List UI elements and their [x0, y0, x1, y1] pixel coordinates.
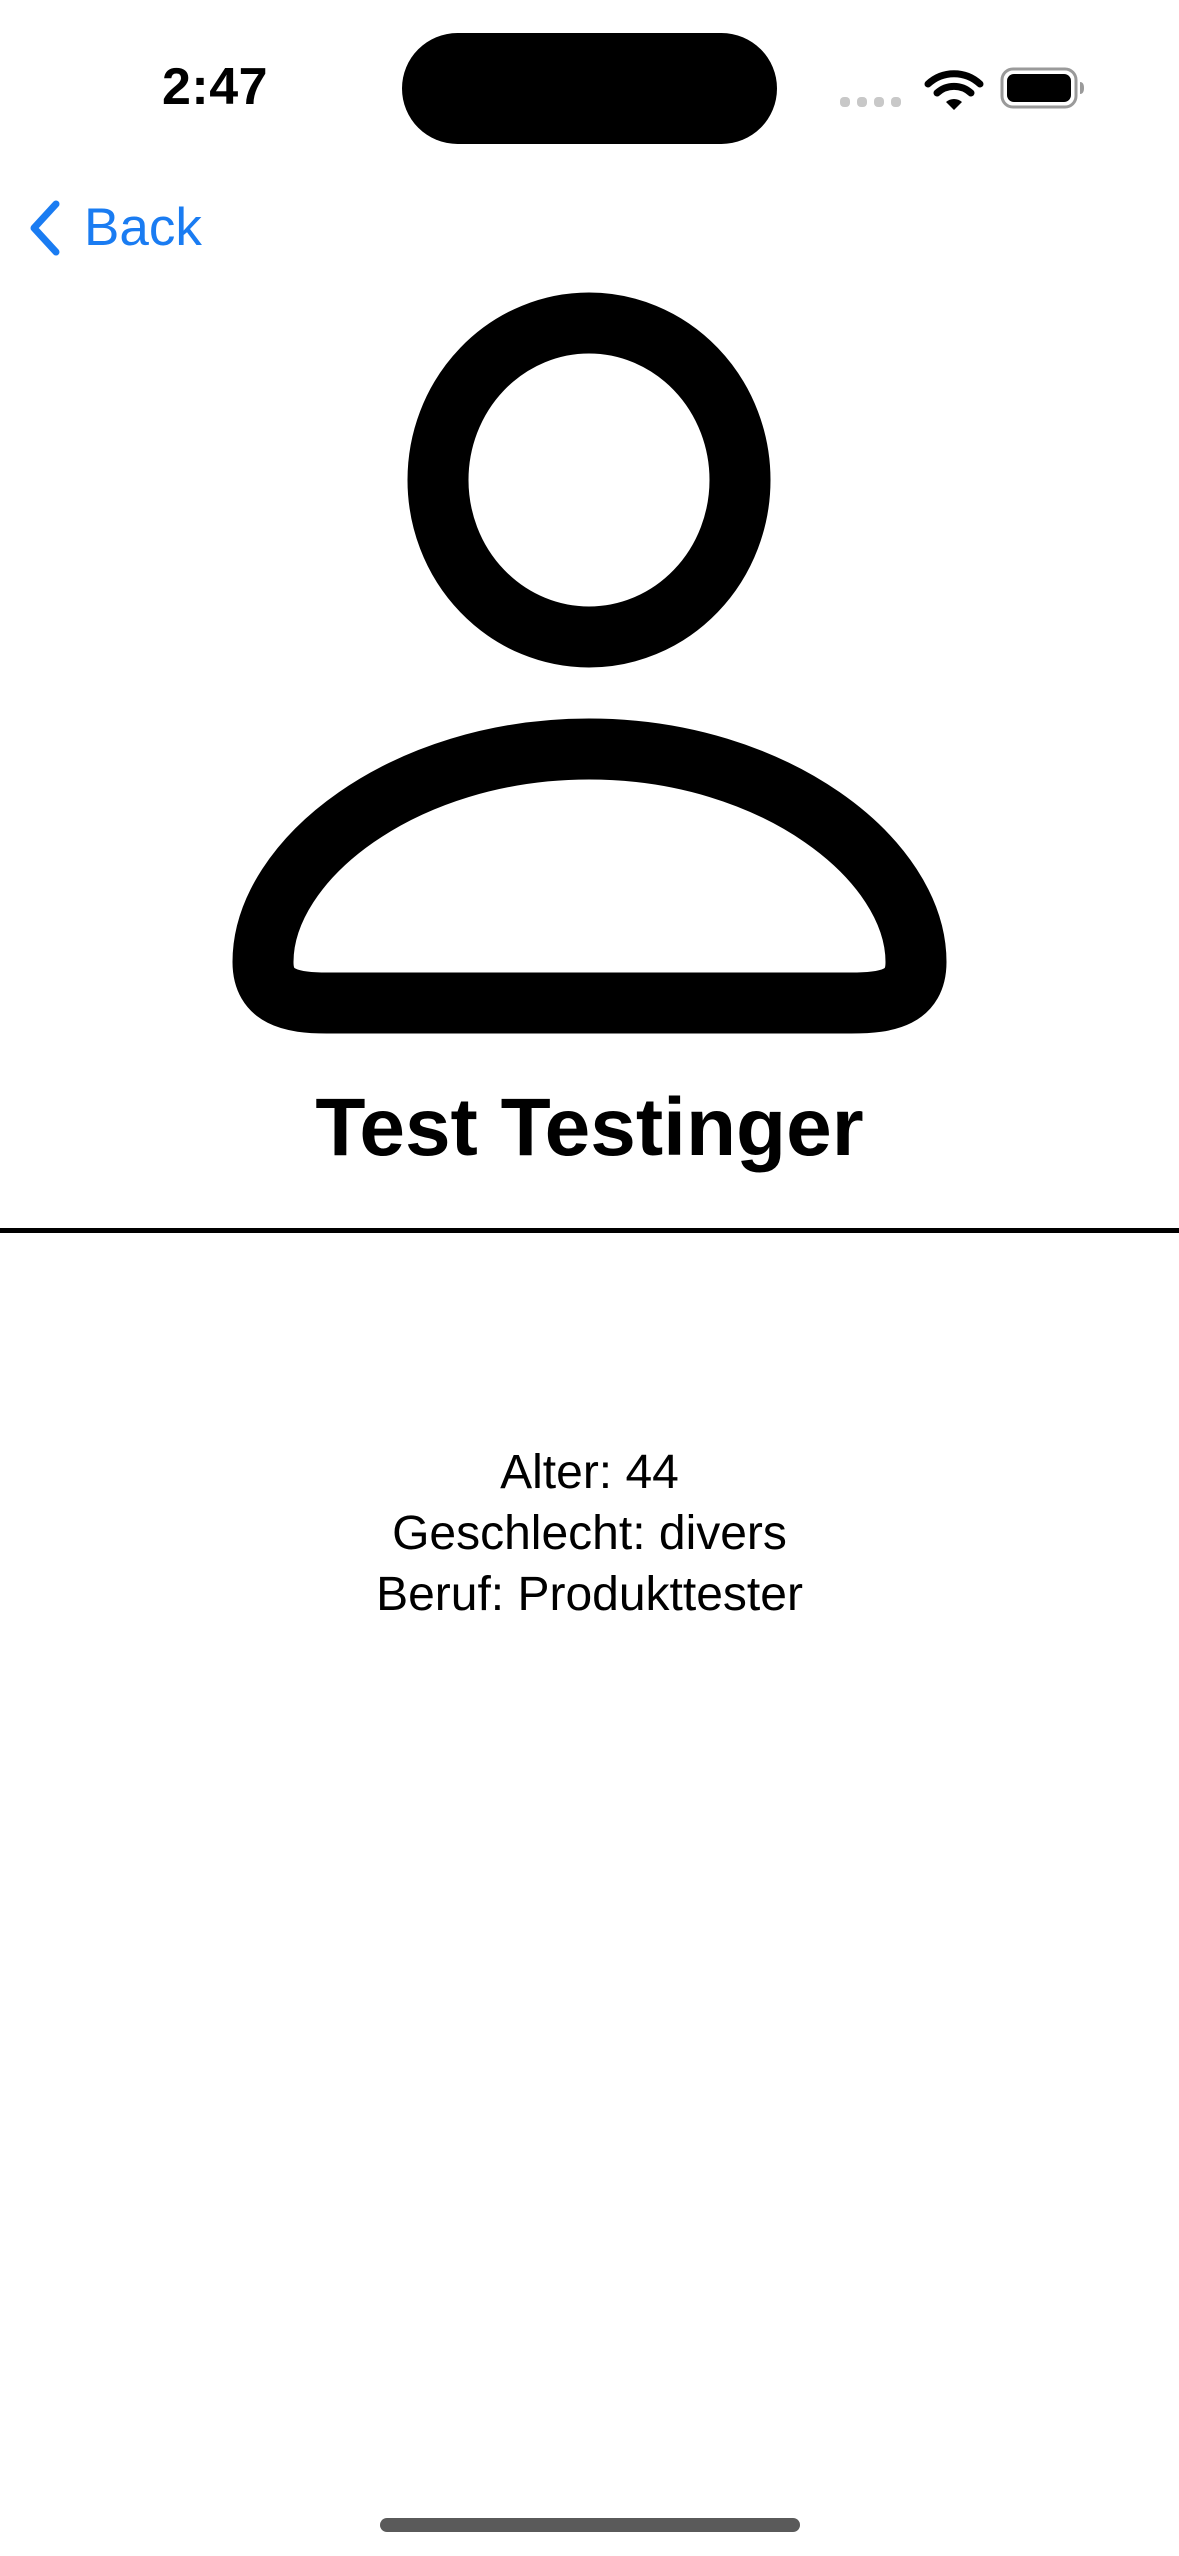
chevron-left-icon: [30, 200, 60, 256]
status-time: 2:47: [161, 58, 269, 116]
person-icon: [232, 292, 947, 1034]
back-button[interactable]: Back: [24, 188, 202, 268]
detail-age: Alter: 44: [500, 1446, 679, 1499]
cellular-signal-icon: [840, 97, 901, 107]
dynamic-island: [402, 33, 777, 144]
detail-gender: Geschlecht: divers: [392, 1507, 787, 1560]
detail-occupation: Beruf: Produkttester: [376, 1568, 803, 1621]
back-label: Back: [84, 198, 202, 257]
status-indicators: [840, 60, 1090, 116]
home-indicator[interactable]: [380, 2518, 800, 2532]
divider: [0, 1228, 1179, 1233]
profile-name: Test Testinger: [315, 1082, 864, 1173]
profile-details: Alter: 44 Geschlecht: divers Beruf: Prod…: [0, 1442, 1179, 1625]
battery-icon: [1000, 67, 1084, 109]
wifi-icon: [924, 70, 984, 110]
